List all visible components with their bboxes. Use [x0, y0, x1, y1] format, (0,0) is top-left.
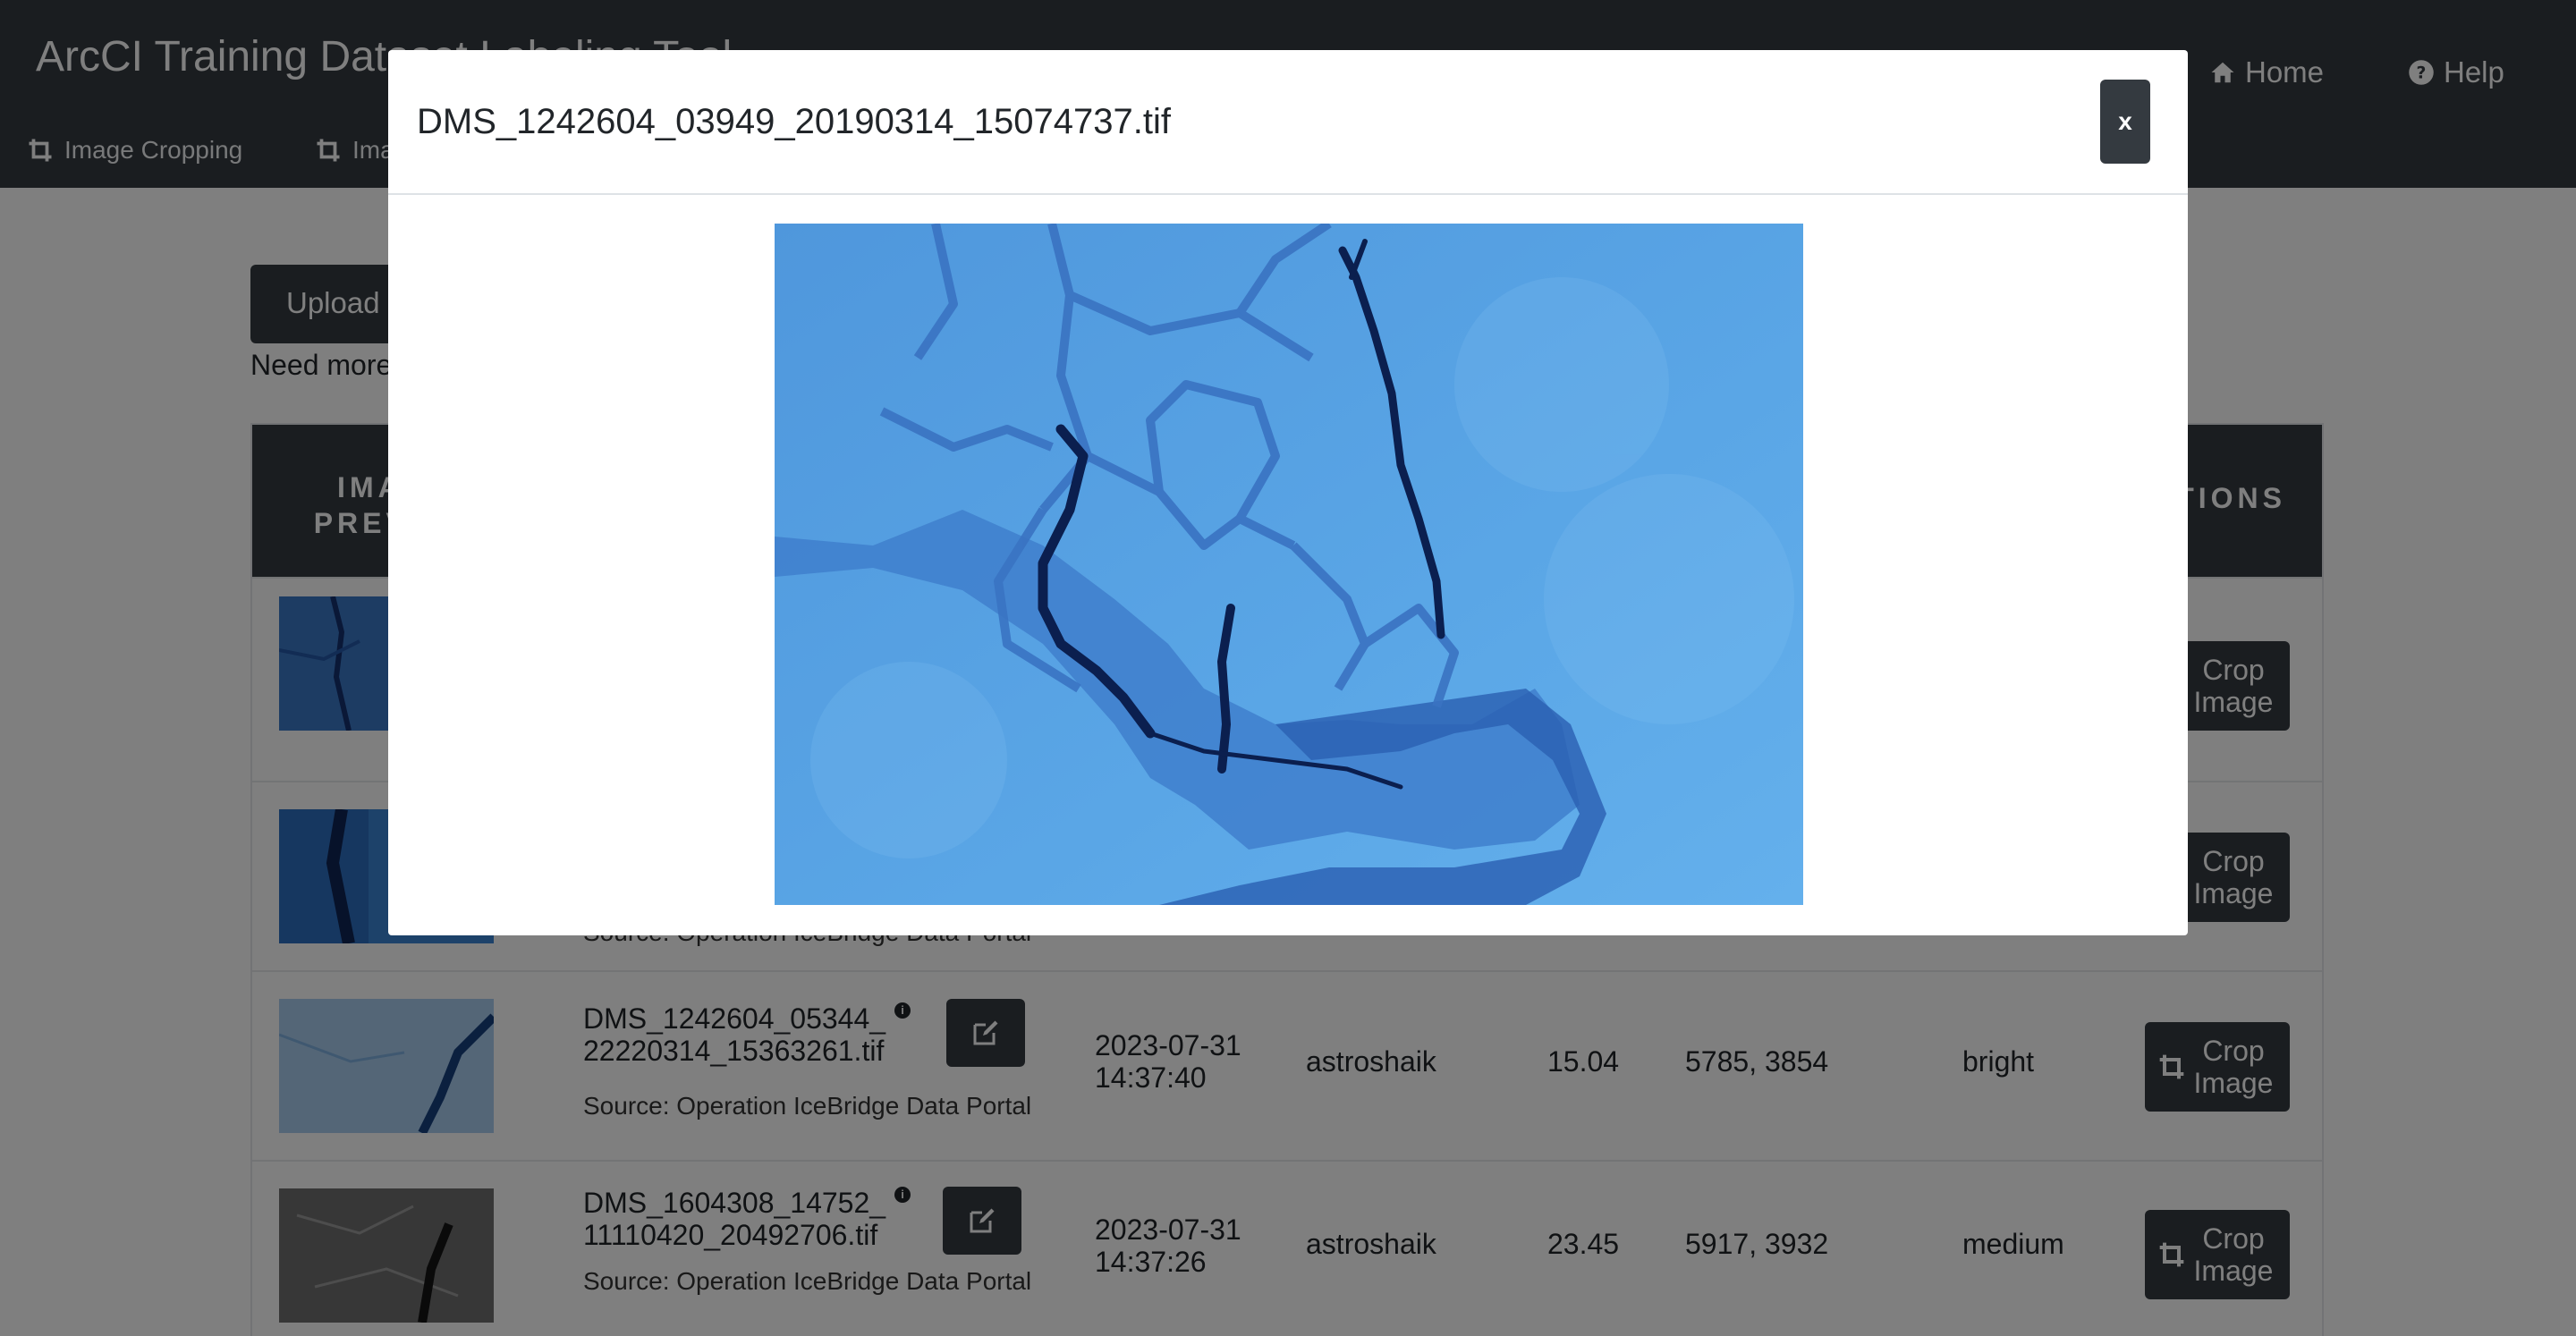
image-preview-modal: DMS_1242604_03949_20190314_15074737.tif …	[388, 50, 2188, 935]
modal-title: DMS_1242604_03949_20190314_15074737.tif	[417, 102, 1171, 141]
close-button[interactable]: x	[2100, 80, 2150, 164]
modal-header: DMS_1242604_03949_20190314_15074737.tif …	[388, 50, 2188, 195]
sea-ice-image	[775, 224, 1803, 905]
